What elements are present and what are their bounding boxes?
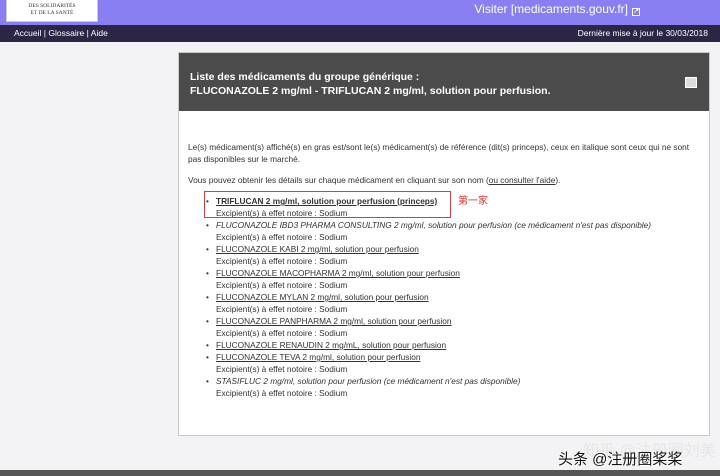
- nav-aide[interactable]: Aide: [91, 28, 108, 38]
- nav-bar: Accueil | Glossaire | Aide Dernière mise…: [0, 25, 720, 42]
- excipient-text: Excipient(s) à effet notoire : Sodium: [216, 388, 348, 398]
- details-end: ).: [555, 175, 561, 185]
- excipient-text: Excipient(s) à effet notoire : Sodium: [216, 280, 348, 290]
- list-item: FLUCONAZOLE KABI 2 mg/ml, solution pour …: [206, 243, 709, 267]
- external-link-icon: ↗: [632, 8, 640, 16]
- list-item: FLUCONAZOLE IBD3 PHARMA CONSULTING 2 mg/…: [206, 219, 709, 243]
- list-item: STASIFLUC 2 mg/ml, solution pour perfusi…: [206, 375, 709, 399]
- bottom-strip: [0, 470, 720, 476]
- medication-link[interactable]: FLUCONAZOLE MACOPHARMA 2 mg/ml, solution…: [216, 268, 460, 278]
- list-item: FLUCONAZOLE RENAUDIN 2 mg/mL, solution p…: [206, 339, 709, 351]
- nav-separator: |: [86, 28, 89, 38]
- excipient-text: Excipient(s) à effet notoire : Sodium: [216, 256, 348, 266]
- last-update: Dernière mise à jour le 30/03/2018: [577, 28, 708, 38]
- intro-text: Le(s) médicament(s) affiché(s) en gras e…: [188, 142, 690, 164]
- nav-separator: |: [43, 28, 46, 38]
- medication-link: FLUCONAZOLE IBD3 PHARMA CONSULTING 2 mg/…: [216, 220, 652, 230]
- panel-title: Liste des médicaments du groupe génériqu…: [190, 71, 420, 83]
- logo-line: DES SOLIDARITÉS: [28, 3, 76, 9]
- list-item: TRIFLUCAN 2 mg/ml, solution pour perfusi…: [206, 195, 709, 219]
- nav-accueil[interactable]: Accueil: [14, 28, 41, 38]
- nav-glossaire[interactable]: Glossaire: [48, 28, 84, 38]
- top-banner: DES SOLIDARITÉS ET DE LA SANTÉ Visiter [m…: [0, 0, 720, 25]
- ministry-logo[interactable]: DES SOLIDARITÉS ET DE LA SANTÉ: [6, 0, 98, 22]
- details-label: Vous pouvez obtenir les détails sur chaq…: [188, 175, 489, 185]
- excipient-text: Excipient(s) à effet notoire : Sodium: [216, 304, 348, 314]
- watermark: 头条 @注册圈桨桨: [558, 451, 683, 468]
- excipient-text: Excipient(s) à effet notoire : Sodium: [216, 364, 348, 374]
- list-item: FLUCONAZOLE TEVA 2 mg/ml, solution pour …: [206, 351, 709, 375]
- help-link[interactable]: ou consulter l'aide: [489, 175, 556, 185]
- generic-group-panel: Liste des médicaments du groupe génériqu…: [178, 52, 710, 436]
- list-item: FLUCONAZOLE PANPHARMA 2 mg/ml, solution …: [206, 315, 709, 339]
- list-item: FLUCONAZOLE MYLAN 2 mg/ml, solution pour…: [206, 291, 709, 315]
- medication-link[interactable]: FLUCONAZOLE MYLAN 2 mg/ml, solution pour…: [216, 292, 429, 302]
- medication-link[interactable]: TRIFLUCAN 2 mg/ml, solution pour perfusi…: [216, 196, 437, 206]
- list-item: FLUCONAZOLE MACOPHARMA 2 mg/ml, solution…: [206, 267, 709, 291]
- logo-line: ET DE LA SANTÉ: [30, 10, 74, 16]
- medication-link[interactable]: FLUCONAZOLE RENAUDIN 2 mg/mL, solution p…: [216, 340, 446, 350]
- details-text: Vous pouvez obtenir les détails sur chaq…: [188, 174, 698, 186]
- print-icon[interactable]: [685, 77, 697, 88]
- excipient-text: Excipient(s) à effet notoire : Sodium: [216, 232, 348, 242]
- visit-link[interactable]: Visiter [medicaments.gouv.fr] ↗: [474, 2, 640, 16]
- visit-link-label: Visiter [medicaments.gouv.fr]: [474, 2, 628, 16]
- panel-header: Liste des médicaments du groupe génériqu…: [179, 53, 709, 111]
- excipient-text: Excipient(s) à effet notoire : Sodium: [216, 328, 348, 338]
- excipient-text: Excipient(s) à effet notoire : Sodium: [216, 208, 348, 218]
- panel-subtitle: FLUCONAZOLE 2 mg/ml - TRIFLUCAN 2 mg/ml,…: [190, 85, 551, 97]
- medication-link: STASIFLUC 2 mg/ml, solution pour perfusi…: [216, 376, 521, 386]
- medication-link[interactable]: FLUCONAZOLE TEVA 2 mg/ml, solution pour …: [216, 352, 420, 362]
- medication-list: 第一家 TRIFLUCAN 2 mg/ml, solution pour per…: [188, 191, 709, 399]
- medication-link[interactable]: FLUCONAZOLE PANPHARMA 2 mg/ml, solution …: [216, 316, 451, 326]
- medication-link[interactable]: FLUCONAZOLE KABI 2 mg/ml, solution pour …: [216, 244, 419, 254]
